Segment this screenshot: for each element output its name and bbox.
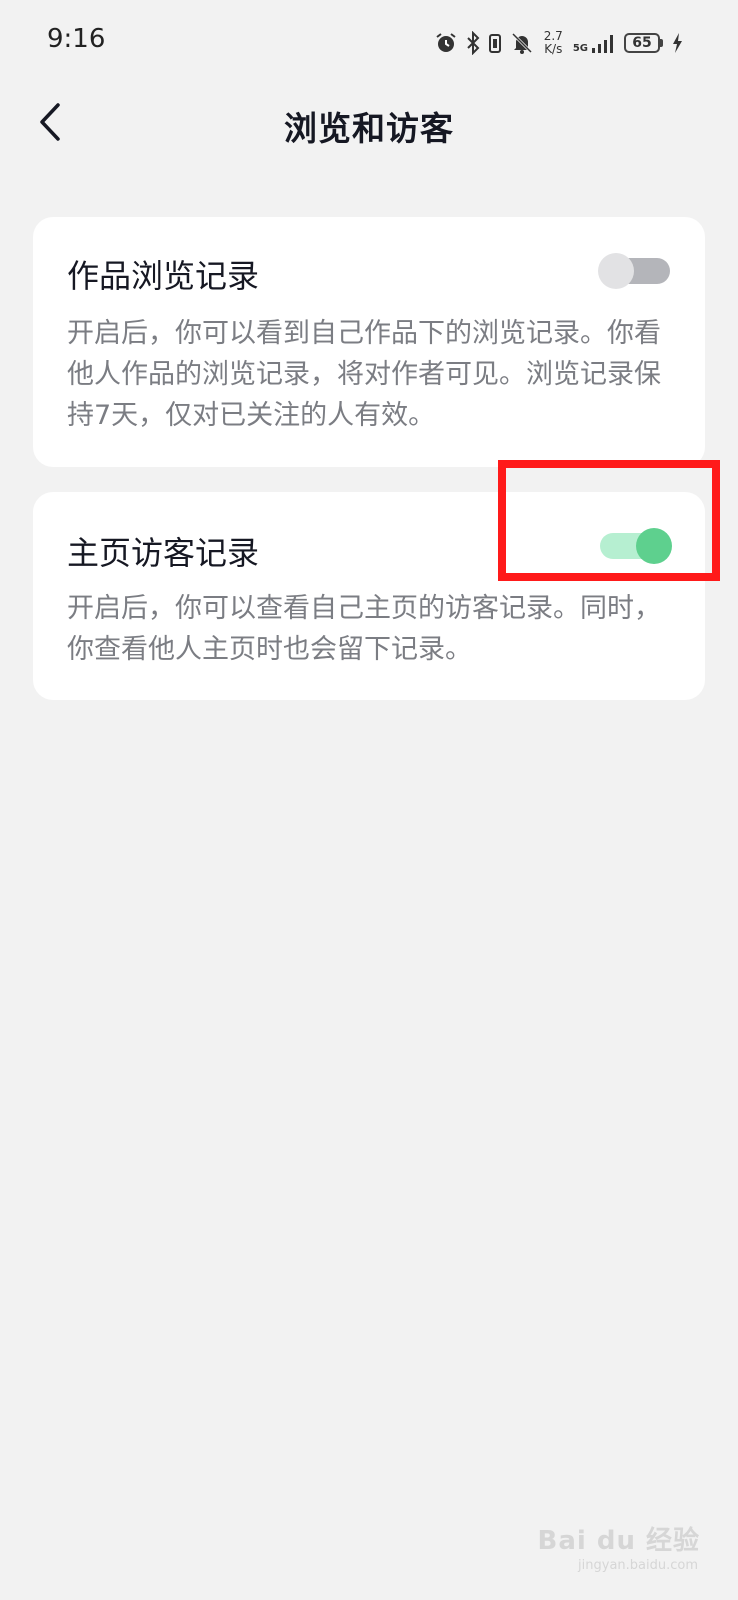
- page-title: 浏览和访客: [284, 109, 454, 148]
- setting-description: 开启后，你可以查看自己主页的访客记录。同时，你查看他人主页时也会留下记录。: [67, 593, 661, 665]
- network-type: 5G: [572, 43, 588, 54]
- charging-icon: [671, 31, 683, 55]
- status-icons: 2.7 K/s 5G 65: [434, 26, 683, 60]
- setting-title: 作品浏览记录: [67, 257, 260, 295]
- watermark-url: jingyan.baidu.com: [578, 1558, 698, 1573]
- network-speed: 2.7 K/s: [544, 30, 563, 56]
- status-time: 9:16: [47, 24, 106, 54]
- bell-off-icon: [510, 31, 534, 55]
- setting-title: 主页访客记录: [67, 534, 260, 572]
- setting-card-works-browse: 作品浏览记录 开启后，你可以看到自己作品下的浏览记录。你看他人作品的浏览记录，将…: [33, 217, 705, 467]
- baidu-watermark: Bai du 经验: [537, 1526, 700, 1556]
- signal-icon: 5G: [573, 32, 616, 54]
- alarm-icon: [434, 31, 458, 55]
- setting-description: 开启后，你可以看到自己作品下的浏览记录。你看他人作品的浏览记录，将对作者可见。浏…: [67, 318, 661, 431]
- works-browse-toggle[interactable]: [598, 253, 672, 289]
- battery-level: 65: [624, 33, 660, 53]
- speed-unit: K/s: [544, 42, 563, 56]
- status-bar: 9:16 2.7 K/s 5G 65: [0, 0, 738, 84]
- highlight-annotation: [498, 460, 720, 581]
- nav-bar: 浏览和访客: [0, 84, 738, 164]
- bluetooth-icon: [466, 31, 480, 55]
- vibrate-icon: [488, 31, 502, 55]
- battery-icon: 65: [624, 33, 663, 53]
